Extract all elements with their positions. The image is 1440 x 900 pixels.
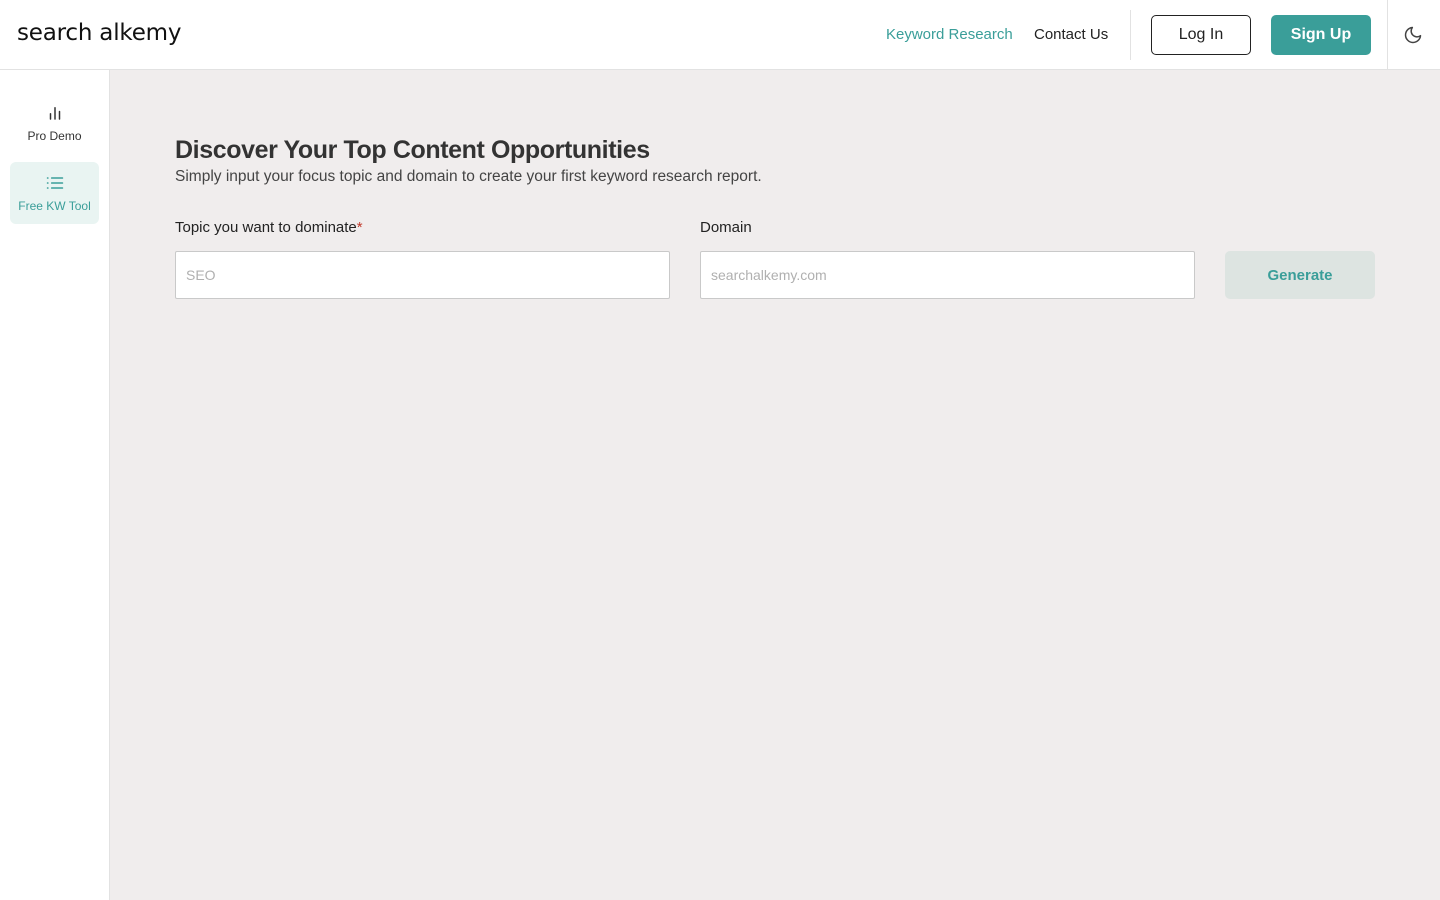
header-divider [1130, 10, 1131, 60]
top-header: search alkemy Keyword Research Contact U… [0, 0, 1440, 70]
login-button[interactable]: Log In [1151, 15, 1251, 55]
domain-input[interactable] [700, 251, 1195, 299]
sidebar-item-free-kw-tool[interactable]: Free KW Tool [10, 162, 99, 224]
nav-keyword-research[interactable]: Keyword Research [886, 24, 1013, 46]
theme-toggle-button[interactable] [1400, 22, 1426, 48]
logo[interactable]: search alkemy [17, 17, 181, 49]
page-subtitle: Simply input your focus topic and domain… [175, 168, 762, 185]
sidebar-item-label: Free KW Tool [18, 199, 91, 213]
moon-icon [1404, 26, 1422, 44]
topic-label-text: Topic you want to dominate [175, 219, 357, 236]
main-content: Discover Your Top Content Opportunities … [110, 70, 1440, 900]
page-title: Discover Your Top Content Opportunities [175, 136, 650, 164]
bar-chart-icon [44, 102, 66, 124]
list-icon [44, 172, 66, 194]
generate-button[interactable]: Generate [1225, 251, 1375, 299]
topic-input[interactable] [175, 251, 670, 299]
sidebar: Pro Demo Free KW Tool [0, 70, 110, 900]
nav-contact-us[interactable]: Contact Us [1034, 24, 1108, 46]
header-divider [1387, 0, 1388, 70]
required-marker: * [356, 219, 363, 236]
topic-label: Topic you want to dominate* [175, 218, 363, 238]
domain-label: Domain [700, 219, 752, 236]
sidebar-item-label: Pro Demo [27, 129, 82, 143]
sidebar-item-pro-demo[interactable]: Pro Demo [10, 92, 99, 154]
signup-button[interactable]: Sign Up [1271, 15, 1371, 55]
